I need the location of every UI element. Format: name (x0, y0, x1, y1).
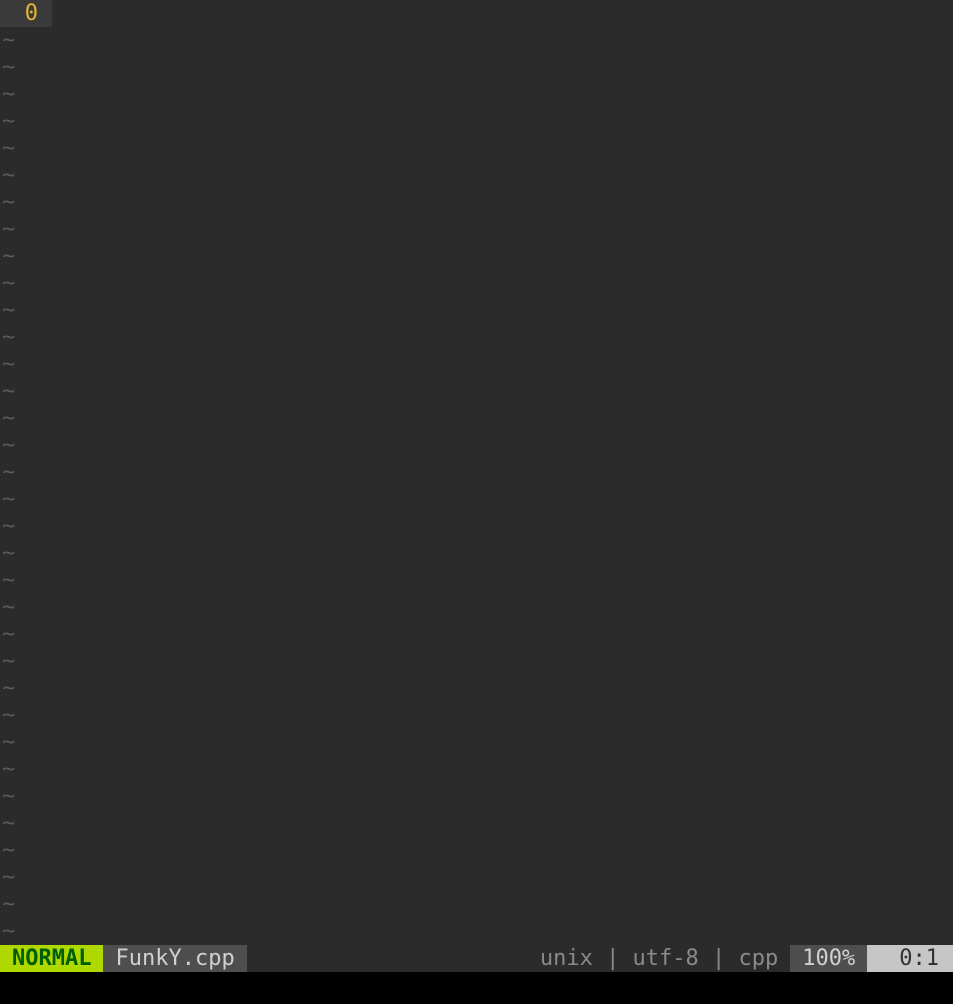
empty-line-tilde: ~ (0, 216, 953, 243)
empty-line-tilde: ~ (0, 27, 953, 54)
empty-line-tilde: ~ (0, 162, 953, 189)
empty-line-tilde: ~ (0, 783, 953, 810)
empty-line-tilde: ~ (0, 675, 953, 702)
empty-line-tilde: ~ (0, 702, 953, 729)
empty-line-tilde: ~ (0, 621, 953, 648)
fileinfo-indicator: unix | utf-8 | cpp (528, 945, 790, 972)
empty-line-tilde: ~ (0, 189, 953, 216)
empty-line-tilde: ~ (0, 513, 953, 540)
command-line[interactable] (0, 972, 953, 1004)
empty-line-tilde: ~ (0, 486, 953, 513)
empty-line-tilde: ~ (0, 324, 953, 351)
status-line: NORMAL FunkY.cpp unix | utf-8 | cpp 100%… (0, 945, 953, 972)
empty-line-tilde: ~ (0, 540, 953, 567)
mode-indicator: NORMAL (0, 945, 103, 972)
cursor-position-indicator: 0:1 (867, 945, 953, 972)
empty-line-tilde: ~ (0, 891, 953, 918)
empty-line-tilde: ~ (0, 648, 953, 675)
filename-indicator: FunkY.cpp (103, 945, 246, 972)
empty-line-tilde: ~ (0, 459, 953, 486)
empty-line-tilde: ~ (0, 297, 953, 324)
empty-line-tilde: ~ (0, 594, 953, 621)
empty-line-tilde: ~ (0, 54, 953, 81)
empty-line-tilde: ~ (0, 837, 953, 864)
empty-line-tilde: ~ (0, 81, 953, 108)
gutter-current-line: 0 (0, 0, 52, 27)
scroll-percent-indicator: 100% (790, 945, 867, 972)
empty-line-tilde: ~ (0, 405, 953, 432)
editor-viewport[interactable]: 0 ~~~~~~~~~~~~~~~~~~~~~~~~~~~~~~~~~~ NOR… (0, 0, 953, 972)
empty-line-tilde: ~ (0, 243, 953, 270)
empty-line-tilde: ~ (0, 864, 953, 891)
empty-line-tilde: ~ (0, 918, 953, 945)
empty-line-tilde: ~ (0, 351, 953, 378)
empty-line-tilde: ~ (0, 432, 953, 459)
empty-line-tilde: ~ (0, 108, 953, 135)
line-number-current: 0 (25, 0, 38, 27)
empty-line-tilde: ~ (0, 270, 953, 297)
empty-line-tilde: ~ (0, 810, 953, 837)
empty-line-tilde: ~ (0, 756, 953, 783)
statusline-gap (247, 945, 528, 972)
empty-line-tilde: ~ (0, 567, 953, 594)
empty-lines-region: ~~~~~~~~~~~~~~~~~~~~~~~~~~~~~~~~~~ (0, 27, 953, 945)
empty-line-tilde: ~ (0, 729, 953, 756)
empty-line-tilde: ~ (0, 135, 953, 162)
empty-line-tilde: ~ (0, 378, 953, 405)
